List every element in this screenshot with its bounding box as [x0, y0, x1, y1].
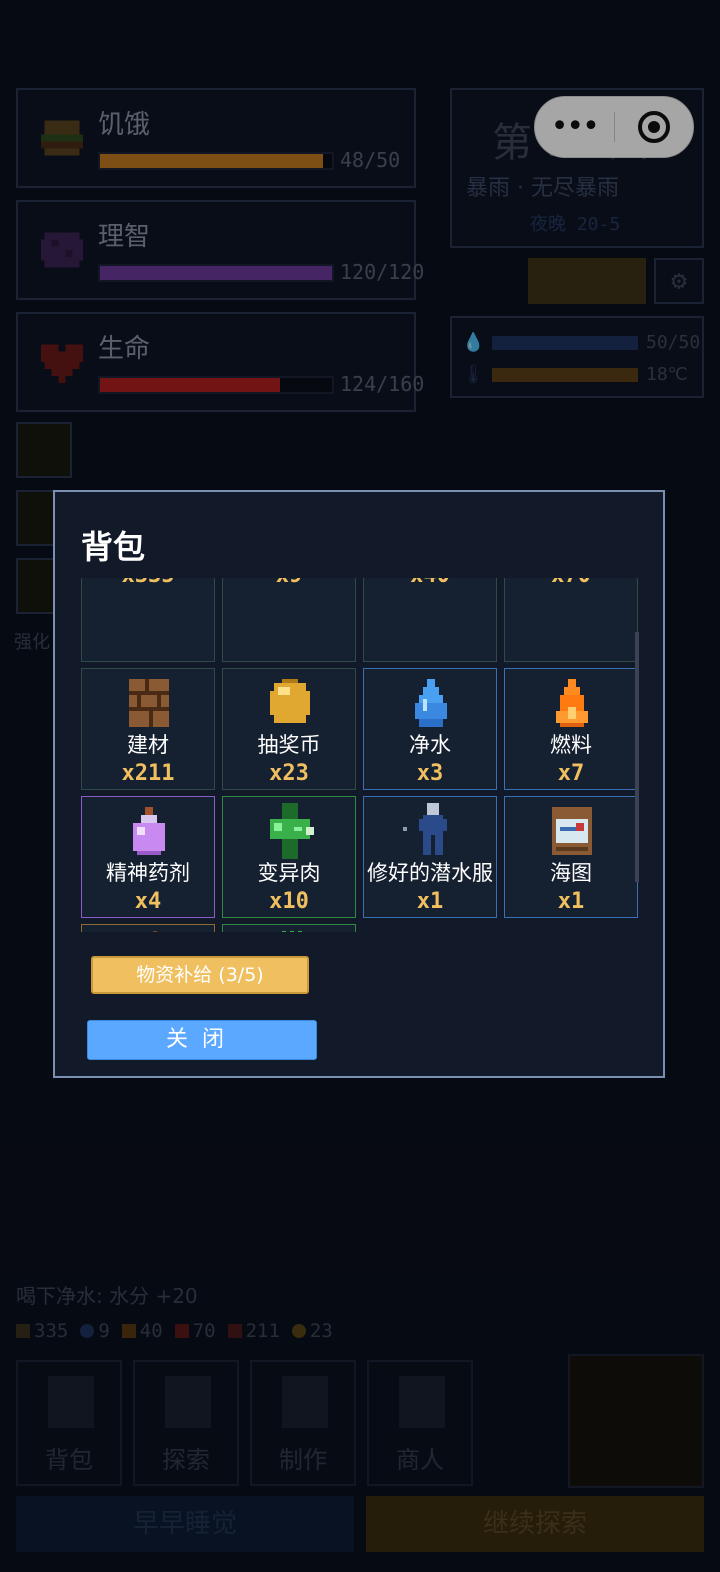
- inventory-slot[interactable]: 可包扎x70: [504, 578, 638, 662]
- coin-icon: [270, 679, 310, 723]
- wooden-sign-icon: [153, 931, 157, 932]
- inventory-slot[interactable]: 可取暖x40: [363, 578, 497, 662]
- item-name: 建材: [127, 733, 169, 757]
- sea-chart-icon: [552, 807, 592, 855]
- inventory-slot[interactable]: 修好的潜水服 x1: [363, 796, 497, 918]
- inventory-slot[interactable]: 海图 x1: [504, 796, 638, 918]
- inventory-slot[interactable]: 燃料 x7: [504, 668, 638, 790]
- item-count: x4: [134, 889, 162, 914]
- item-name: 燃料: [550, 733, 592, 757]
- item-name: 修好的潜水服: [367, 861, 493, 885]
- item-count: x70: [505, 578, 637, 588]
- inventory-slot[interactable]: 变异肉 x10: [222, 796, 356, 918]
- item-count: x10: [269, 889, 309, 914]
- pitchfork-icon: [282, 931, 302, 932]
- item-count: x7: [557, 761, 585, 786]
- inventory-modal: 背包 可食用x335可饮用x9可取暖x40可包扎x70 建材 x211 抽奖币 x23 净…: [53, 490, 665, 1078]
- inventory-scrollbar[interactable]: [635, 632, 639, 882]
- inventory-grid: 可食用x335可饮用x9可取暖x40可包扎x70 建材 x211 抽奖币 x23 净水 x3…: [81, 578, 638, 932]
- item-count: x1: [416, 889, 444, 914]
- item-name: 海图: [550, 861, 592, 885]
- inventory-slot[interactable]: [81, 924, 215, 932]
- inventory-slot[interactable]: 建材 x211: [81, 668, 215, 790]
- item-count: x9: [223, 578, 355, 588]
- item-name: 净水: [409, 733, 451, 757]
- inventory-slot[interactable]: 精神药剂 x4: [81, 796, 215, 918]
- item-name: 精神药剂: [106, 861, 190, 885]
- item-count: x23: [269, 761, 309, 786]
- supply-button[interactable]: 物资补给 (3/5): [91, 956, 309, 994]
- inventory-slot[interactable]: 净水 x3: [363, 668, 497, 790]
- flame-icon: [556, 679, 588, 727]
- item-name: 变异肉: [257, 861, 321, 885]
- item-count: x3: [416, 761, 444, 786]
- item-count: x40: [364, 578, 496, 588]
- item-count: x1: [557, 889, 585, 914]
- item-count: x335: [82, 578, 214, 588]
- inventory-slot[interactable]: 抽奖币 x23: [222, 668, 356, 790]
- mutant-meat-icon: [270, 803, 314, 859]
- close-button[interactable]: 关闭: [87, 1020, 317, 1060]
- inventory-grid-viewport[interactable]: 可食用x335可饮用x9可取暖x40可包扎x70 建材 x211 抽奖币 x23 净水 x3…: [81, 578, 641, 932]
- inventory-slot[interactable]: 可食用x335: [81, 578, 215, 662]
- item-count: x211: [121, 761, 175, 786]
- inventory-slot[interactable]: [222, 924, 356, 932]
- water-drop-icon: [415, 679, 447, 727]
- brick-icon: [129, 679, 169, 727]
- diving-suit-icon: [403, 803, 447, 855]
- item-name: 抽奖币: [257, 733, 321, 757]
- inventory-slot[interactable]: 可饮用x9: [222, 578, 356, 662]
- modal-title: 背包: [81, 528, 146, 566]
- potion-icon: [133, 807, 165, 855]
